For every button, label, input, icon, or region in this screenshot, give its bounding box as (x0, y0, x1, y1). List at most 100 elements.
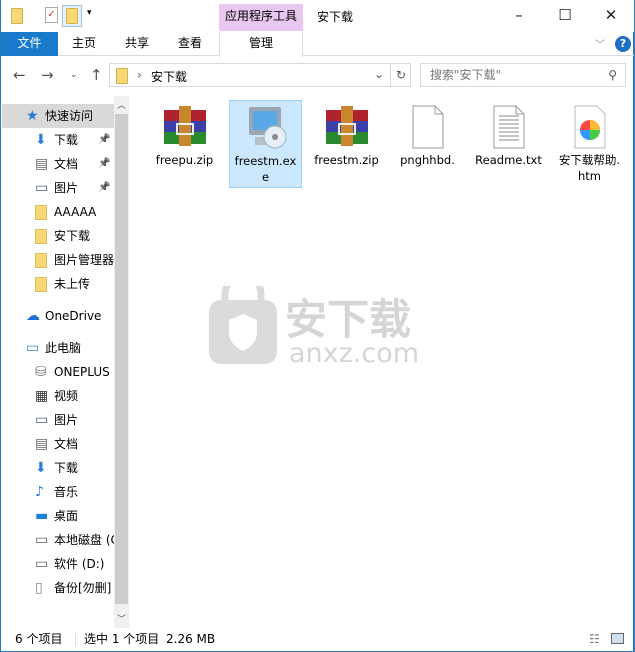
folder-icon (35, 205, 47, 220)
file-item[interactable]: pnghhbd. (391, 100, 464, 188)
sidebar-item[interactable]: ⛁ ONEPLUS (2, 360, 114, 384)
search-placeholder: 搜索"安下载" (430, 68, 502, 82)
sidebar-item-label: 安下载 (54, 229, 91, 243)
computer-icon: ▭ (26, 340, 40, 356)
large-icons-view-button[interactable] (611, 633, 624, 644)
sidebar-item[interactable]: ▤ 文档 📌 (2, 152, 114, 176)
close-button[interactable]: ✕ (588, 4, 634, 28)
search-input[interactable]: 搜索"安下载" ⚲ (420, 63, 626, 87)
document-icon: ▤ (35, 156, 49, 172)
refresh-icon[interactable]: ↻ (390, 64, 411, 86)
document-icon: ▤ (35, 436, 49, 452)
tab-manage[interactable]: 管理 (219, 32, 303, 57)
sidebar-item[interactable]: ▤ 文档 (2, 432, 114, 456)
sidebar-item[interactable]: ⬇ 下载 📌 (2, 128, 114, 152)
sidebar-item[interactable]: ▭ 软件 (D:) (2, 552, 114, 576)
folder-icon (35, 253, 47, 268)
sidebar-item-label: 此电脑 (45, 341, 82, 355)
context-tab-app-tools: 应用程序工具 (219, 4, 303, 31)
sidebar-item-label: 音乐 (54, 485, 79, 499)
sidebar-item[interactable]: ♪ 音乐 (2, 480, 114, 504)
up-button[interactable]: ↑ (90, 66, 103, 84)
scroll-up-icon[interactable]: ︿ (117, 98, 126, 111)
file-item[interactable]: Readme.txt (472, 100, 545, 188)
qat-dropdown-icon[interactable]: ▾ (87, 8, 92, 18)
file-name: 安下载帮助.htm (558, 153, 621, 183)
navigation-pane: ★ 快速访问 ⬇ 下载 📌 ▤ 文档 📌 ▭ 图片 📌 AAAAA 安下载图片管理器未上传 ☁ OneDri… (2, 96, 114, 608)
scrollbar-thumb[interactable] (115, 114, 128, 604)
scroll-down-icon[interactable]: ﹀ (117, 612, 126, 625)
drive-icon: ▭ (35, 556, 49, 572)
sidebar-item[interactable]: 安下载 (2, 224, 114, 248)
sidebar-item-label: 未上传 (54, 277, 91, 291)
maximize-button[interactable]: ☐ (542, 4, 588, 28)
sidebar-item[interactable]: 图片管理器 (2, 248, 114, 272)
selected-size: 2.26 MB (166, 632, 216, 646)
window-title: 安下载 (317, 10, 354, 24)
video-icon: ▦ (35, 388, 49, 404)
sidebar-item[interactable]: ▯ 备份[勿删] (2, 576, 114, 600)
sidebar-item[interactable]: ⬇ 下载 (2, 456, 114, 480)
search-icon: ⚲ (608, 68, 617, 82)
tab-view[interactable]: 查看 (167, 32, 213, 56)
music-icon: ♪ (35, 484, 44, 500)
recent-locations-icon[interactable]: ⌄ (70, 70, 78, 80)
sidebar-item[interactable]: ▭ 图片 (2, 408, 114, 432)
item-count: 6 个项目 (15, 632, 63, 646)
status-bar: 6 个项目 选中 1 个项目 2.26 MB ☷ (1, 628, 634, 651)
help-icon[interactable]: ? (615, 36, 631, 52)
minimize-button[interactable]: – (496, 4, 542, 28)
file-name: freestm.zip (314, 153, 379, 167)
address-bar[interactable]: › 安下载 ⌄ ↻ (109, 63, 411, 87)
tab-share[interactable]: 共享 (114, 32, 160, 56)
svg-text:安下载: 安下载 (285, 295, 411, 344)
sidebar-item-label: 图片 (54, 413, 79, 427)
file-name: freestm.exe (234, 154, 297, 184)
breadcrumb-item[interactable]: 安下载 (151, 68, 187, 85)
tab-file[interactable]: 文件 (1, 32, 58, 56)
sidebar-item[interactable]: ▭ 本地磁盘 (C:) (2, 528, 114, 552)
sidebar-item[interactable]: ▦ 视频 (2, 384, 114, 408)
sidebar-item[interactable]: ▭ 此电脑 (2, 336, 114, 360)
desktop-icon: ▬ (35, 508, 49, 524)
sidebar-item[interactable]: ☁ OneDrive (2, 304, 114, 328)
file-item[interactable]: freestm.zip (310, 100, 383, 188)
sidebar-item[interactable]: ▭ 图片 📌 (2, 176, 114, 200)
pin-icon: 📌 (98, 158, 111, 169)
sidebar-item[interactable]: AAAAA (2, 200, 114, 224)
back-button[interactable]: ← (13, 66, 26, 84)
svg-text:anxz.com: anxz.com (289, 338, 419, 366)
folder-icon (11, 8, 23, 24)
expand-ribbon-icon[interactable]: ﹀ (595, 36, 605, 51)
sidebar-item-label: 图片 (54, 181, 79, 195)
sidebar-item-label: 下载 (54, 461, 79, 475)
new-folder-button[interactable] (62, 5, 82, 27)
sidebar-item-label: 本地磁盘 (C:) (54, 533, 114, 547)
download-icon: ⬇ (35, 132, 47, 148)
properties-icon[interactable]: ✓ (45, 7, 58, 23)
selected-count: 选中 1 个项目 (84, 632, 160, 646)
tab-home[interactable]: 主页 (61, 32, 107, 56)
file-name: pnghhbd. (400, 153, 455, 167)
installer-icon (243, 105, 289, 151)
sidebar-item-label: 文档 (54, 157, 79, 171)
details-view-button[interactable]: ☷ (589, 628, 600, 650)
sidebar-item-label: 文档 (54, 437, 79, 451)
sidebar-item-label: 软件 (D:) (54, 557, 105, 571)
sidebar-item-label: 下载 (54, 133, 79, 147)
sidebar-item-label: 图片管理器 (54, 253, 114, 267)
address-dropdown-icon[interactable]: ⌄ (374, 67, 384, 81)
download-icon: ⬇ (35, 460, 47, 476)
file-item[interactable]: freepu.zip (148, 100, 221, 188)
sidebar-item-label: ONEPLUS (54, 365, 110, 379)
sidebar-item[interactable]: 未上传 (2, 272, 114, 296)
sidebar-item-label: 视频 (54, 389, 79, 403)
folder-icon (35, 277, 47, 292)
file-name: freepu.zip (155, 153, 214, 167)
sidebar-item[interactable]: ▬ 桌面 (2, 504, 114, 528)
file-item[interactable]: 安下载帮助.htm (553, 100, 626, 188)
file-item[interactable]: freestm.exe (229, 100, 302, 188)
blank-file-icon (405, 104, 451, 150)
forward-button[interactable]: → (41, 66, 54, 84)
sidebar-item[interactable]: ★ 快速访问 (2, 104, 114, 128)
